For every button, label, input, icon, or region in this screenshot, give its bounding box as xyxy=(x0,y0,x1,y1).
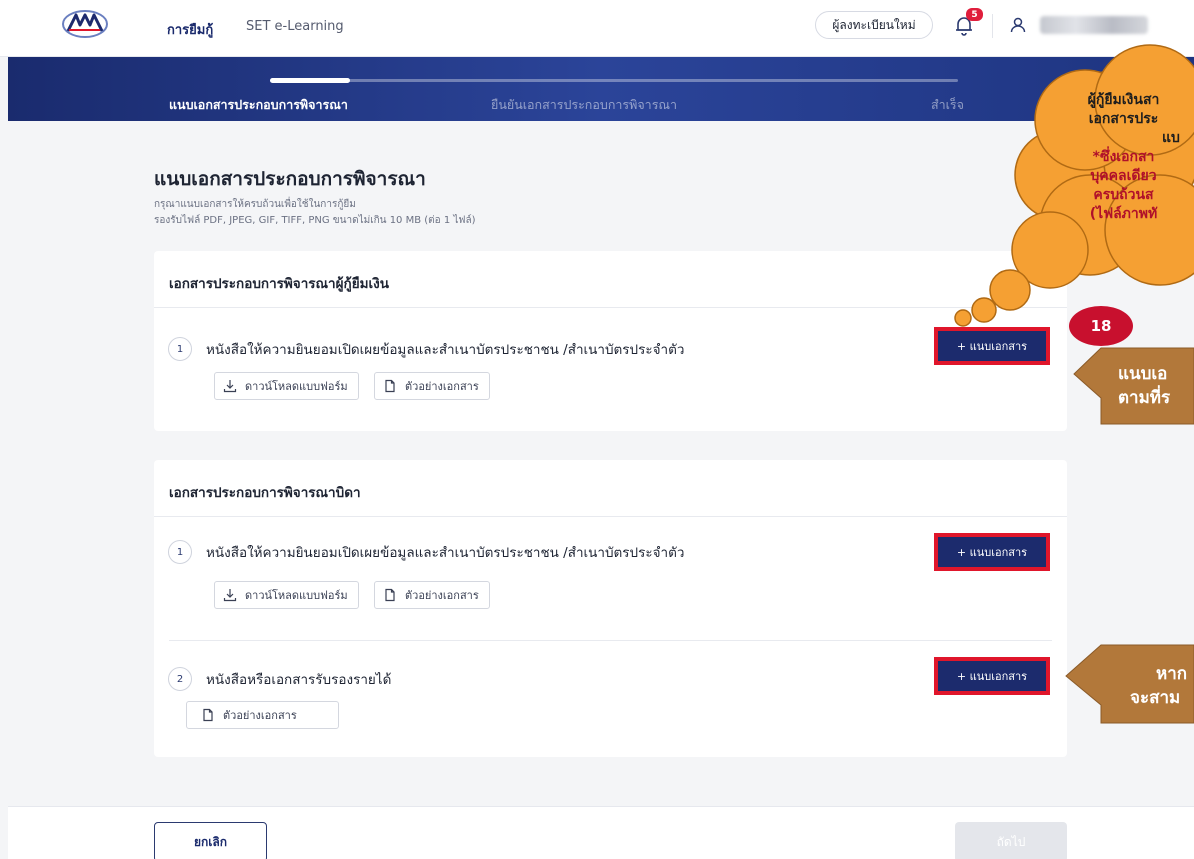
file-format-note: รองรับไฟล์ PDF, JPEG, GIF, TIFF, PNG ขนา… xyxy=(154,215,476,226)
sample-document-label: ตัวอย่างเอกสาร xyxy=(405,380,479,393)
document-number: 2 xyxy=(168,667,192,691)
attach-document-button[interactable]: + แนบเอกสาร xyxy=(934,657,1050,695)
cloud-line: ผู้กู้ยืมเงินสา xyxy=(1087,92,1160,108)
cloud-line: เอกสารประ xyxy=(1088,111,1159,127)
page-instructions: กรุณาแนบเอกสารให้ครบถ้วนเพื่อใช้ในการกู้… xyxy=(154,199,356,210)
cloud-line: แบ xyxy=(1162,130,1180,146)
callout-line: จะสาม xyxy=(1130,688,1181,708)
user-icon[interactable] xyxy=(1009,16,1027,34)
borrower-documents-card: เอกสารประกอบการพิจารณาผู้กู้ยืมเงิน 1 หน… xyxy=(154,251,1067,431)
attach-document-button[interactable]: + แนบเอกสาร xyxy=(934,327,1050,365)
sample-document-button[interactable]: ตัวอย่างเอกสาร xyxy=(374,581,490,609)
callout-1-text: แนบเอ ตามที่ร xyxy=(1118,362,1170,410)
nav-divider xyxy=(992,14,993,38)
callout-2-text: หาก จะสาม xyxy=(1130,662,1188,710)
cancel-button[interactable]: ยกเลิก xyxy=(154,822,267,859)
section-title: เอกสารประกอบการพิจารณาบิดา xyxy=(154,460,1067,517)
callout-line: หาก xyxy=(1156,664,1188,684)
download-icon xyxy=(223,589,237,602)
document-icon xyxy=(385,588,395,602)
thought-cloud-text: ผู้กู้ยืมเงินสา เอกสารประ แบ *ซึ่งเอกสา … xyxy=(1053,91,1194,224)
cloud-line: (ไฟล์ภาพทั xyxy=(1089,206,1158,222)
new-registrant-button[interactable]: ผู้ลงทะเบียนใหม่ xyxy=(815,11,933,39)
callout-line: แนบเอ xyxy=(1118,364,1168,384)
nav-link-loan[interactable]: การยืมกู้ xyxy=(167,19,213,40)
tutorial-step-badge: 18 xyxy=(1069,306,1133,346)
document-title: หนังสือหรือเอกสารรับรองรายได้ xyxy=(206,672,392,688)
notification-badge: 5 xyxy=(966,8,983,21)
stepper-progress xyxy=(270,78,350,83)
step-attach-documents: แนบเอกสารประกอบการพิจารณา xyxy=(169,97,348,112)
page-title: แนบเอกสารประกอบการพิจารณา xyxy=(154,168,426,190)
step-success: สำเร็จ xyxy=(931,97,964,112)
stepper-track xyxy=(270,79,958,82)
sample-document-label: ตัวอย่างเอกสาร xyxy=(223,709,297,722)
next-button-disabled[interactable]: ถัดไป xyxy=(955,822,1067,859)
sample-document-button[interactable]: ตัวอย่างเอกสาร xyxy=(374,372,490,400)
document-number: 1 xyxy=(168,540,192,564)
document-icon xyxy=(203,708,213,722)
user-name-redacted[interactable] xyxy=(1040,16,1148,34)
document-title: หนังสือให้ความยินยอมเปิดเผยข้อมูลและสำเน… xyxy=(206,342,685,358)
kyslf-logo-icon[interactable] xyxy=(60,9,110,39)
progress-stepper: แนบเอกสารประกอบการพิจารณา ยืนยันเอกสารปร… xyxy=(8,57,1194,121)
step-confirm-documents: ยืนยันเอกสารประกอบการพิจารณา xyxy=(491,97,678,112)
cloud-line: ครบถ้วนส xyxy=(1093,187,1154,203)
attach-document-button[interactable]: + แนบเอกสาร xyxy=(934,533,1050,571)
document-title: หนังสือให้ความยินยอมเปิดเผยข้อมูลและสำเน… xyxy=(206,545,685,561)
document-icon xyxy=(385,379,395,393)
download-form-button[interactable]: ดาวน์โหลดแบบฟอร์ม xyxy=(214,581,359,609)
download-form-button[interactable]: ดาวน์โหลดแบบฟอร์ม xyxy=(214,372,359,400)
document-row: 2 หนังสือหรือเอกสารรับรองรายได้ ตัวอย่าง… xyxy=(154,641,1067,757)
top-navigation: การยืมกู้ SET e-Learning ผู้ลงทะเบียนใหม… xyxy=(0,0,1194,57)
download-form-label: ดาวน์โหลดแบบฟอร์ม xyxy=(245,380,348,393)
nav-link-set-elearning[interactable]: SET e-Learning xyxy=(246,19,344,34)
cloud-line: *ซึ่งเอกสา xyxy=(1092,149,1155,165)
document-row: 1 หนังสือให้ความยินยอมเปิดเผยข้อมูลและสำ… xyxy=(154,517,1067,640)
section-title: เอกสารประกอบการพิจารณาผู้กู้ยืมเงิน xyxy=(154,251,1067,308)
download-form-label: ดาวน์โหลดแบบฟอร์ม xyxy=(245,589,348,602)
callout-line: ตามที่ร xyxy=(1118,388,1171,408)
download-icon xyxy=(223,380,237,393)
sample-document-button[interactable]: ตัวอย่างเอกสาร xyxy=(186,701,339,729)
sample-document-label: ตัวอย่างเอกสาร xyxy=(405,589,479,602)
document-number: 1 xyxy=(168,337,192,361)
document-row: 1 หนังสือให้ความยินยอมเปิดเผยข้อมูลและสำ… xyxy=(154,308,1067,431)
cloud-line: บุคคลเดียว xyxy=(1090,168,1157,184)
father-documents-card: เอกสารประกอบการพิจารณาบิดา 1 หนังสือให้ค… xyxy=(154,460,1067,757)
